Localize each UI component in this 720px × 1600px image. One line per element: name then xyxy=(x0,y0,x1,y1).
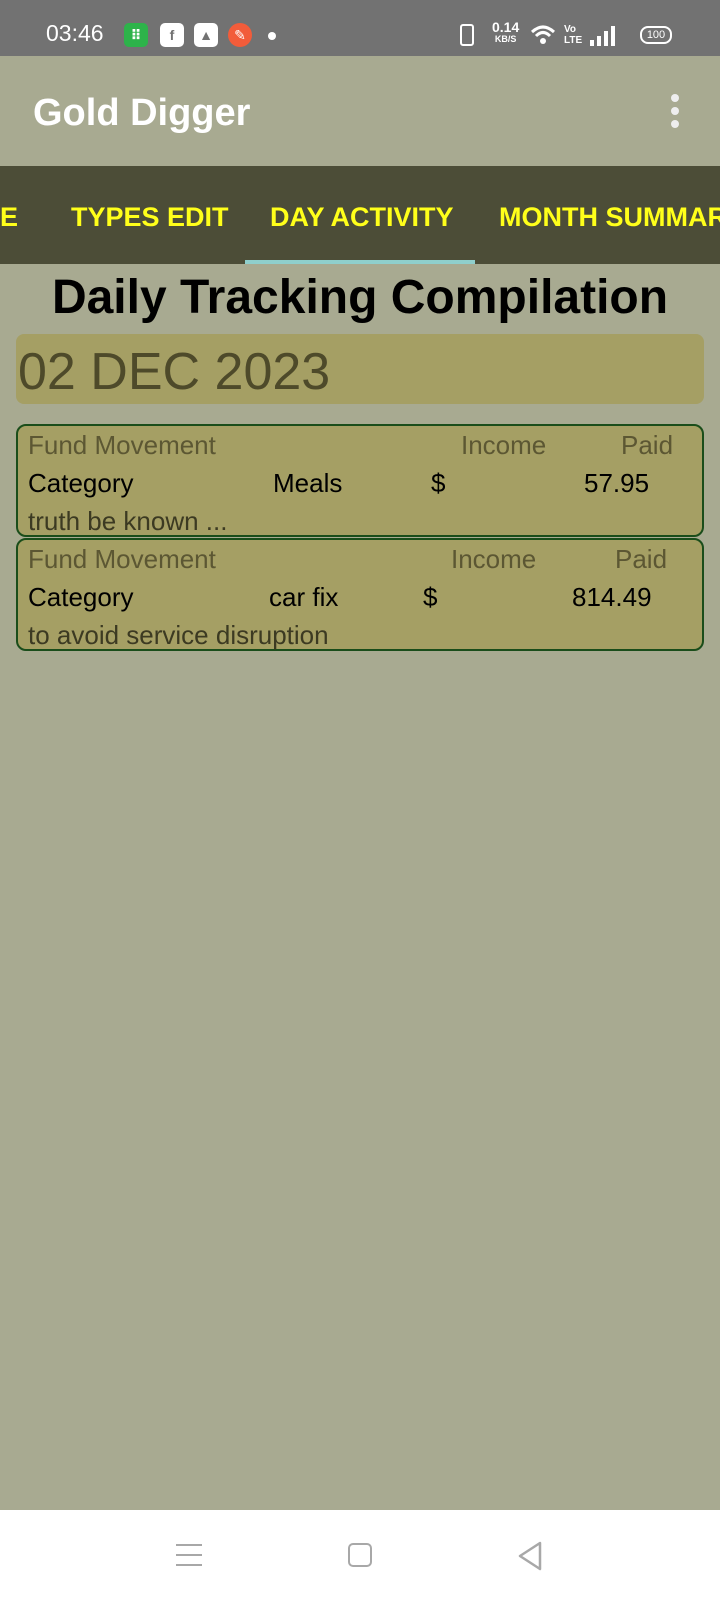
entry-note: to avoid service disruption xyxy=(28,620,329,650)
speed-value: 0.14 xyxy=(492,19,520,35)
amount-value: 57.95 xyxy=(584,468,650,498)
tab-partial-left[interactable]: E xyxy=(0,202,18,233)
tab-month-summary[interactable]: MONTH SUMMAR xyxy=(499,202,720,233)
list-item[interactable]: Fund Movement Income Paid Category car f… xyxy=(16,538,704,651)
tab-day-activity[interactable]: DAY ACTIVITY xyxy=(270,202,454,233)
fund-movement-label: Fund Movement xyxy=(28,430,216,460)
page-title: Daily Tracking Compilation xyxy=(51,271,669,324)
status-bar: 03:46 ⠿ f ▲ ✎ 0.14 KB/S Vo LTE 100 xyxy=(0,0,720,56)
network-type-label: Vo LTE xyxy=(564,24,583,46)
paid-label: Paid xyxy=(621,430,674,460)
home-icon[interactable] xyxy=(348,1543,372,1567)
sim-toolkit-icon: ⠿ xyxy=(124,23,148,47)
status-time: 03:46 xyxy=(46,20,104,46)
menu-dot xyxy=(671,120,679,128)
overflow-menu-icon[interactable] xyxy=(660,94,690,134)
back-icon[interactable] xyxy=(516,1541,544,1571)
fund-movement-label: Fund Movement xyxy=(28,544,216,574)
system-nav-bar xyxy=(0,1510,720,1600)
category-value: Meals xyxy=(273,468,343,498)
income-label: Income xyxy=(451,544,537,574)
date-text: 02 DEC 2023 xyxy=(18,343,331,401)
income-label: Income xyxy=(461,430,547,460)
tab-bar: E TYPES EDIT DAY ACTIVITY MONTH SUMMAR xyxy=(0,166,720,264)
menu-dot xyxy=(671,94,679,102)
network-speed: 0.14 KB/S xyxy=(492,19,520,45)
wifi-icon xyxy=(530,25,556,44)
menu-dot xyxy=(671,107,679,115)
facebook-icon: f xyxy=(160,23,184,47)
speed-unit: KB/S xyxy=(494,34,517,44)
currency-symbol: $ xyxy=(431,468,446,498)
category-label: Category xyxy=(28,582,134,612)
vibrate-icon xyxy=(460,24,474,46)
notification-dot-icon xyxy=(268,32,276,40)
app-bar: Gold Digger xyxy=(0,56,720,166)
signal-icon xyxy=(590,26,615,46)
currency-symbol: $ xyxy=(423,582,438,612)
active-tab-indicator xyxy=(245,260,475,264)
category-label: Category xyxy=(28,468,134,498)
category-value: car fix xyxy=(269,582,339,612)
paid-label: Paid xyxy=(615,544,668,574)
date-selector[interactable]: 02 DEC 2023 xyxy=(16,334,704,404)
amount-value: 814.49 xyxy=(572,582,652,612)
battery-icon: 100 xyxy=(640,26,672,44)
entry-note: truth be known ... xyxy=(28,506,228,536)
tab-types-edit[interactable]: TYPES EDIT xyxy=(71,202,229,233)
app-title: Gold Digger xyxy=(33,92,251,134)
menu-icon[interactable] xyxy=(176,1544,202,1566)
drive-icon: ▲ xyxy=(194,23,218,47)
app-icon: ✎ xyxy=(228,23,252,47)
list-item[interactable]: Fund Movement Income Paid Category Meals… xyxy=(16,424,704,537)
